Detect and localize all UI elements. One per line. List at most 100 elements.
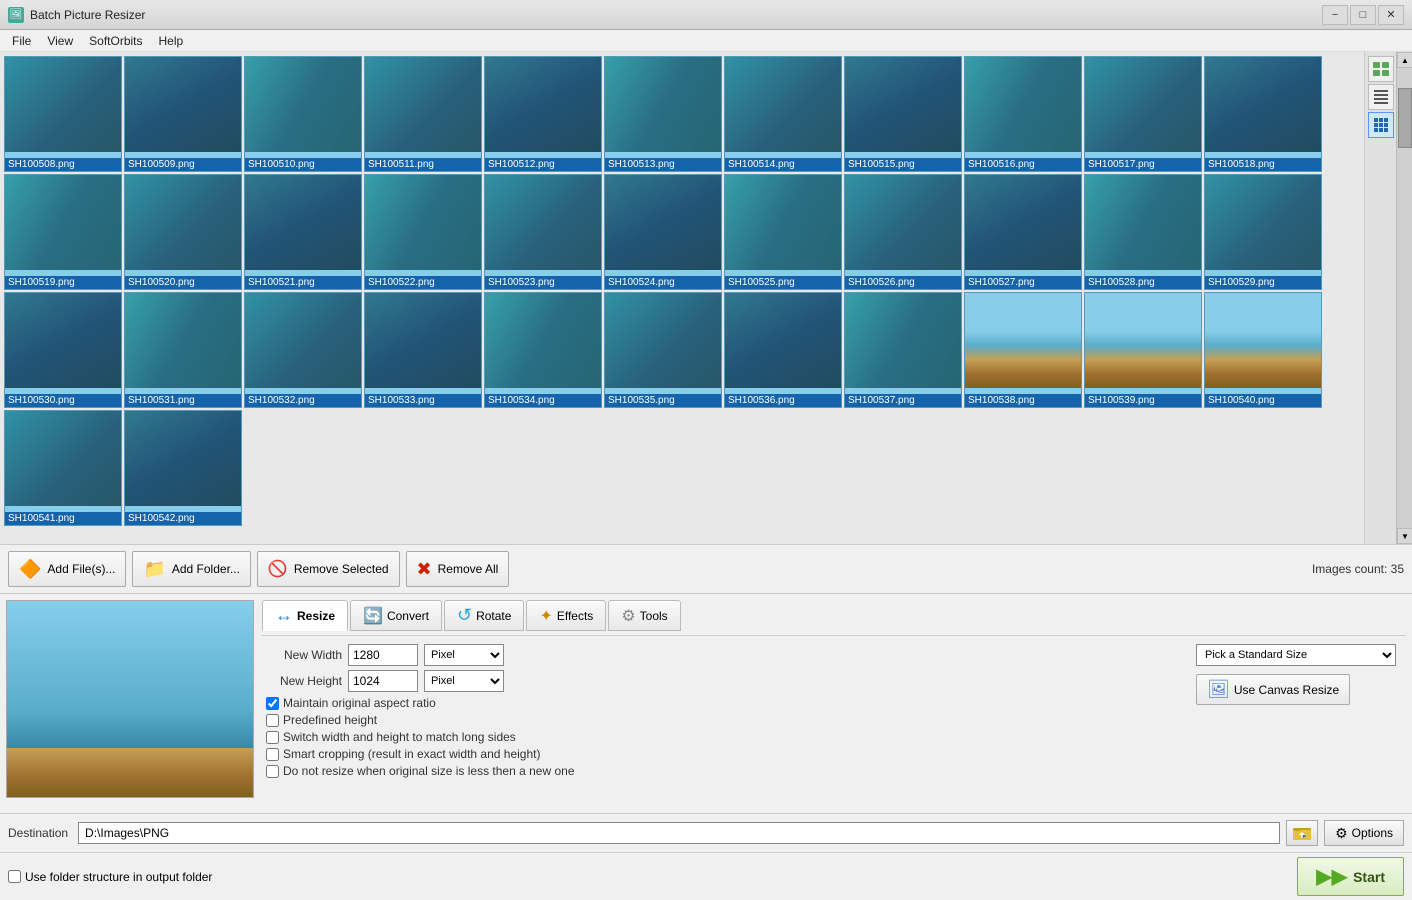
list-item[interactable]: SH100520.png: [124, 174, 242, 290]
image-grid[interactable]: SH100508.pngSH100509.pngSH100510.pngSH10…: [0, 52, 1364, 544]
image-filename: SH100532.png: [245, 394, 361, 407]
list-item[interactable]: SH100529.png: [1204, 174, 1322, 290]
list-item[interactable]: SH100512.png: [484, 56, 602, 172]
no-resize-smaller-checkbox[interactable]: [266, 765, 279, 778]
list-item[interactable]: SH100511.png: [364, 56, 482, 172]
remove-selected-button[interactable]: 🚫 Remove Selected: [257, 551, 400, 587]
list-item[interactable]: SH100538.png: [964, 292, 1082, 408]
list-item[interactable]: SH100510.png: [244, 56, 362, 172]
add-folder-button[interactable]: 📁 Add Folder...: [132, 551, 250, 587]
image-filename: SH100508.png: [5, 158, 121, 171]
smart-crop-row: Smart cropping (result in exact width an…: [262, 747, 1180, 761]
folder-struct-checkbox[interactable]: [8, 870, 21, 883]
minimize-button[interactable]: −: [1322, 5, 1348, 25]
image-filename: SH100534.png: [485, 394, 601, 407]
image-filename: SH100512.png: [485, 158, 601, 171]
folder-save-icon: [1293, 825, 1311, 841]
start-button[interactable]: ▶▶ Start: [1297, 857, 1404, 896]
destination-browse-button[interactable]: [1286, 820, 1318, 846]
list-item[interactable]: SH100521.png: [244, 174, 362, 290]
image-filename: SH100537.png: [845, 394, 961, 407]
resize-tab-label: Resize: [297, 609, 335, 623]
new-height-input[interactable]: [348, 670, 418, 692]
list-item[interactable]: SH100516.png: [964, 56, 1082, 172]
new-width-input[interactable]: [348, 644, 418, 666]
list-item[interactable]: SH100526.png: [844, 174, 962, 290]
list-item[interactable]: SH100536.png: [724, 292, 842, 408]
destination-path-input[interactable]: [78, 822, 1280, 844]
list-item[interactable]: SH100523.png: [484, 174, 602, 290]
predefined-height-checkbox[interactable]: [266, 714, 279, 727]
image-filename: SH100525.png: [725, 276, 841, 289]
add-files-button[interactable]: 🔶 Add File(s)...: [8, 551, 126, 587]
maintain-aspect-checkbox[interactable]: [266, 697, 279, 710]
remove-all-button[interactable]: ✖ Remove All: [406, 551, 510, 587]
maximize-button[interactable]: □: [1350, 5, 1376, 25]
switch-sides-checkbox[interactable]: [266, 731, 279, 744]
list-item[interactable]: SH100518.png: [1204, 56, 1322, 172]
add-folder-icon: 📁: [143, 559, 165, 580]
tab-effects[interactable]: ✦ Effects: [526, 600, 606, 631]
list-item[interactable]: SH100525.png: [724, 174, 842, 290]
view-icon-btn-2[interactable]: [1368, 84, 1394, 110]
scroll-up[interactable]: ▲: [1397, 52, 1412, 68]
image-filename: SH100520.png: [125, 276, 241, 289]
list-item[interactable]: SH100508.png: [4, 56, 122, 172]
list-item[interactable]: SH100515.png: [844, 56, 962, 172]
list-item[interactable]: SH100532.png: [244, 292, 362, 408]
image-filename: SH100539.png: [1085, 394, 1201, 407]
tab-tools[interactable]: ⚙ Tools: [608, 600, 680, 631]
list-item[interactable]: SH100535.png: [604, 292, 722, 408]
menu-softorbits[interactable]: SoftOrbits: [81, 32, 150, 50]
tab-convert[interactable]: 🔄 Convert: [350, 600, 442, 631]
list-item[interactable]: SH100517.png: [1084, 56, 1202, 172]
list-item[interactable]: SH100513.png: [604, 56, 722, 172]
list-item[interactable]: SH100531.png: [124, 292, 242, 408]
resize-left-panel: New Width Pixel Percent cm inch New Heig…: [262, 644, 1180, 781]
title-bar: 🖼 Batch Picture Resizer − □ ✕: [0, 0, 1412, 30]
list-item[interactable]: SH100542.png: [124, 410, 242, 526]
list-item[interactable]: SH100524.png: [604, 174, 722, 290]
tab-resize[interactable]: ↔ Resize: [262, 600, 348, 631]
gear-icon: ⚙: [1335, 825, 1348, 842]
smart-crop-checkbox[interactable]: [266, 748, 279, 761]
list-item[interactable]: SH100530.png: [4, 292, 122, 408]
tab-rotate[interactable]: ↺ Rotate: [444, 600, 524, 631]
list-item[interactable]: SH100514.png: [724, 56, 842, 172]
close-button[interactable]: ✕: [1378, 5, 1404, 25]
start-arrow-icon: ▶▶: [1316, 864, 1347, 889]
height-unit-select[interactable]: Pixel Percent cm inch: [424, 670, 504, 692]
list-item[interactable]: SH100540.png: [1204, 292, 1322, 408]
view-icon-btn-3[interactable]: [1368, 112, 1394, 138]
list-item[interactable]: SH100541.png: [4, 410, 122, 526]
menu-file[interactable]: File: [4, 32, 39, 50]
scrollbar[interactable]: ▲ ▼: [1396, 52, 1412, 544]
list-item[interactable]: SH100537.png: [844, 292, 962, 408]
list-item[interactable]: SH100527.png: [964, 174, 1082, 290]
standard-size-select[interactable]: Pick a Standard Size 640 × 480 800 × 600…: [1196, 644, 1396, 666]
list-item[interactable]: SH100509.png: [124, 56, 242, 172]
right-toolbar: [1364, 52, 1396, 544]
view-icon-btn-1[interactable]: [1368, 56, 1394, 82]
menu-help[interactable]: Help: [151, 32, 192, 50]
image-filename: SH100518.png: [1205, 158, 1321, 171]
menu-view[interactable]: View: [39, 32, 81, 50]
scroll-thumb[interactable]: [1398, 88, 1412, 148]
image-filename: SH100529.png: [1205, 276, 1321, 289]
options-button[interactable]: ⚙ Options: [1324, 820, 1404, 846]
scroll-down[interactable]: ▼: [1397, 528, 1412, 544]
list-item[interactable]: SH100519.png: [4, 174, 122, 290]
list-item[interactable]: SH100534.png: [484, 292, 602, 408]
width-row: New Width Pixel Percent cm inch: [262, 644, 1180, 666]
predefined-height-row: Predefined height: [262, 713, 1180, 727]
list-item[interactable]: SH100522.png: [364, 174, 482, 290]
width-unit-select[interactable]: Pixel Percent cm inch: [424, 644, 504, 666]
add-folder-label: Add Folder...: [172, 562, 240, 576]
image-filename: SH100541.png: [5, 512, 121, 525]
list-item[interactable]: SH100528.png: [1084, 174, 1202, 290]
image-filename: SH100533.png: [365, 394, 481, 407]
list-item[interactable]: SH100533.png: [364, 292, 482, 408]
canvas-resize-button[interactable]: 🖼 Use Canvas Resize: [1196, 674, 1350, 705]
list-item[interactable]: SH100539.png: [1084, 292, 1202, 408]
switch-sides-label: Switch width and height to match long si…: [283, 730, 516, 744]
